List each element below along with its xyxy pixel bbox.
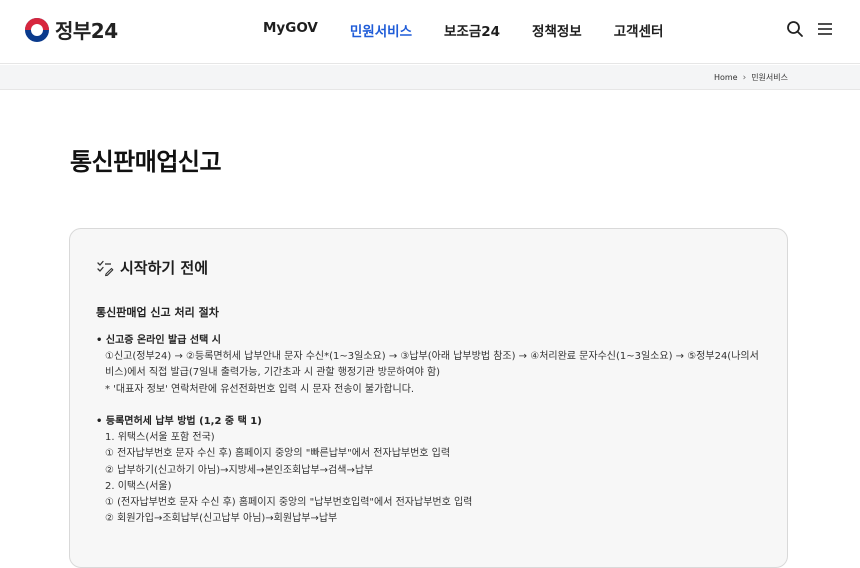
block-note: * '대표자 정보' 연락처란에 유선전화번호 입력 시 문자 전송이 불가합니…: [105, 383, 415, 395]
block-line: 2. 이택스(서울): [105, 480, 172, 492]
online-issue-block: • 신고증 온라인 발급 선택 시 ①신고(정부24) → ②등록면허세 납부안…: [96, 333, 766, 398]
site-header: 정부24 MyGOV 민원서비스 보조금24 정책정보 고객센터: [0, 0, 860, 64]
nav-item-civil-service[interactable]: 민원서비스: [350, 20, 412, 40]
block-line: ② 회원가입→조회납부(신고납부 아님)→회원납부→납부: [105, 513, 338, 525]
block-line: 비스)에서 직접 발급(7일내 출력가능, 기간초과 시 관할 행정기관 방문하…: [105, 367, 441, 379]
main-nav: MyGOV 민원서비스 보조금24 정책정보 고객센터: [263, 20, 695, 40]
block-line: 1. 위택스(서울 포함 전국): [105, 432, 215, 444]
block-heading: • 등록면허세 납부 방법 (1,2 중 택 1): [96, 416, 262, 427]
block-line: ① 전자납부번호 문자 수신 후) 홈페이지 중앙의 "빠른납부"에서 전자납부…: [105, 448, 451, 460]
chevron-right-icon: ›: [742, 72, 747, 83]
menu-icon[interactable]: [816, 20, 834, 38]
nav-item-policy[interactable]: 정책정보: [532, 20, 582, 40]
breadcrumb-home[interactable]: Home: [714, 73, 738, 82]
nav-item-customer-center[interactable]: 고객센터: [614, 20, 664, 40]
breadcrumb: Home › 민원서비스: [714, 72, 788, 83]
section-title: 통신판매업 신고 처리 절차: [96, 306, 219, 319]
checklist-icon: [97, 260, 114, 276]
search-icon[interactable]: [786, 20, 804, 38]
nav-item-subsidy[interactable]: 보조금24: [444, 20, 500, 40]
payment-method-block: • 등록면허세 납부 방법 (1,2 중 택 1) 1. 위택스(서울 포함 전…: [96, 414, 766, 527]
breadcrumb-bar: Home › 민원서비스: [0, 65, 860, 90]
card-header: 시작하기 전에: [96, 257, 208, 278]
block-line: ①신고(정부24) → ②등록면허세 납부안내 문자 수신*(1~3일소요) →…: [105, 351, 759, 363]
card-title: 시작하기 전에: [120, 259, 209, 277]
logo-text: 정부24: [55, 19, 118, 43]
before-start-card: 시작하기 전에 통신판매업 신고 처리 절차 • 신고증 온라인 발급 선택 시…: [69, 228, 788, 568]
page-title: 통신판매업신고: [70, 148, 222, 176]
block-line: ① (전자납부번호 문자 수신 후) 홈페이지 중앙의 "납부번호입력"에서 전…: [105, 497, 473, 509]
nav-item-mygov[interactable]: MyGOV: [263, 20, 318, 40]
site-logo[interactable]: 정부24: [25, 15, 118, 44]
taegeuk-logo-icon: [25, 17, 49, 42]
breadcrumb-current[interactable]: 민원서비스: [751, 72, 788, 83]
header-actions: [774, 20, 834, 38]
block-line: ② 납부하기(신고하기 아님)→지방세→본인조회납부→검색→납부: [105, 464, 374, 476]
block-heading: • 신고증 온라인 발급 선택 시: [96, 335, 221, 346]
